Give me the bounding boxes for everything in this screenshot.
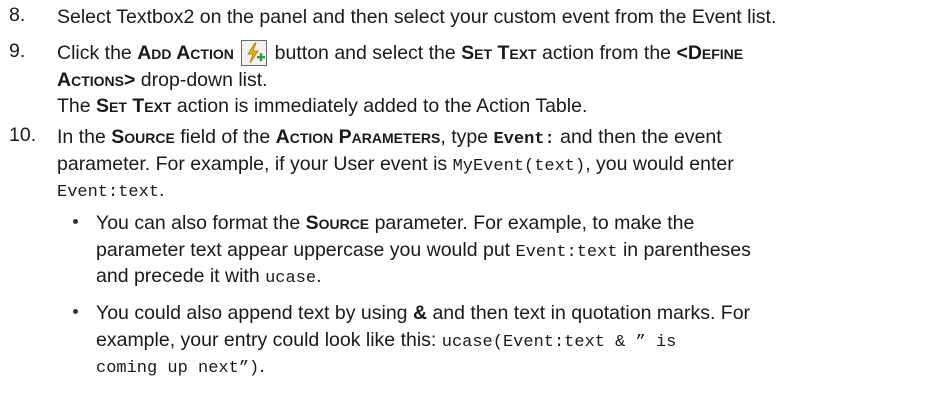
text: field of the xyxy=(174,126,276,148)
lightning-plus-icon xyxy=(247,42,266,64)
step-line: Event:text. xyxy=(57,177,933,204)
code-entry: Event:text xyxy=(57,183,160,202)
step-number: 8. xyxy=(9,4,26,26)
source-label: Source xyxy=(111,126,175,148)
bullet-line: example, your entry could look like this… xyxy=(96,327,750,354)
text: button and select the xyxy=(269,42,462,64)
text: in parentheses xyxy=(617,238,751,261)
code-event: Event: xyxy=(493,130,555,149)
text: drop-down list. xyxy=(135,68,268,91)
bullet-icon xyxy=(73,219,78,224)
code-example: ucase(Event:text & ” is xyxy=(441,332,677,352)
set-text-label: Set Text xyxy=(461,42,537,64)
text: You could also append text by using xyxy=(96,302,413,324)
text: parameter. For example, to make the xyxy=(369,212,695,234)
bullet-icon xyxy=(73,309,78,314)
bullet-line: parameter text appear uppercase you woul… xyxy=(96,237,751,264)
bullet-line: and precede it with ucase. xyxy=(96,263,751,290)
set-text-label: Set Text xyxy=(96,95,172,117)
text: The xyxy=(57,95,97,117)
add-action-button[interactable] xyxy=(241,40,268,66)
source-label: Source xyxy=(305,212,370,234)
text: . xyxy=(316,265,322,287)
code-event-text: Event:text xyxy=(515,242,618,262)
step-number: 10. xyxy=(9,124,37,146)
step-number: 9. xyxy=(9,40,26,62)
text: , you would enter xyxy=(585,152,734,175)
code-example: coming up next”) xyxy=(96,359,260,378)
text: , type xyxy=(440,126,494,148)
text: . xyxy=(159,179,165,201)
text: parameter text appear uppercase you woul… xyxy=(96,238,516,261)
code-ucase: ucase xyxy=(265,269,317,288)
action-parameters-label: Action Parameters xyxy=(275,126,441,148)
text: You can also format the xyxy=(96,212,306,234)
text: action is immediately added to the Actio… xyxy=(171,95,588,117)
text: example, your entry could look like this… xyxy=(96,328,442,351)
code-myevent: MyEvent(text) xyxy=(452,156,586,176)
text: action from the xyxy=(536,42,677,64)
define-actions-label: Actions> xyxy=(57,68,136,91)
text: parameter. For example, if your User eve… xyxy=(57,152,453,175)
step-line: Click the Add Action button and select t… xyxy=(57,40,933,67)
define-actions-label: <Define xyxy=(676,42,744,64)
text: and precede it with xyxy=(96,265,266,287)
text: and then the event xyxy=(554,126,722,148)
bullet-line: You can also format the Source parameter… xyxy=(96,210,751,237)
step-line: In the Source field of the Action Parame… xyxy=(57,124,933,151)
step-text: Select Textbox2 on the panel and then se… xyxy=(57,6,777,28)
text: In the xyxy=(57,126,112,148)
add-action-label: Add Action xyxy=(137,42,234,64)
ampersand: & xyxy=(412,302,428,324)
step-line: Actions> drop-down list. xyxy=(57,67,933,94)
text: . xyxy=(259,355,265,377)
step-line: parameter. For example, if your User eve… xyxy=(57,151,933,178)
bullet-line: You could also append text by using & an… xyxy=(96,300,750,327)
bullet-line: coming up next”). xyxy=(96,353,750,380)
text: and then text in quotation marks. For xyxy=(427,302,751,324)
text: Click the xyxy=(57,42,138,64)
step-note: The Set Text action is immediately added… xyxy=(57,93,933,120)
